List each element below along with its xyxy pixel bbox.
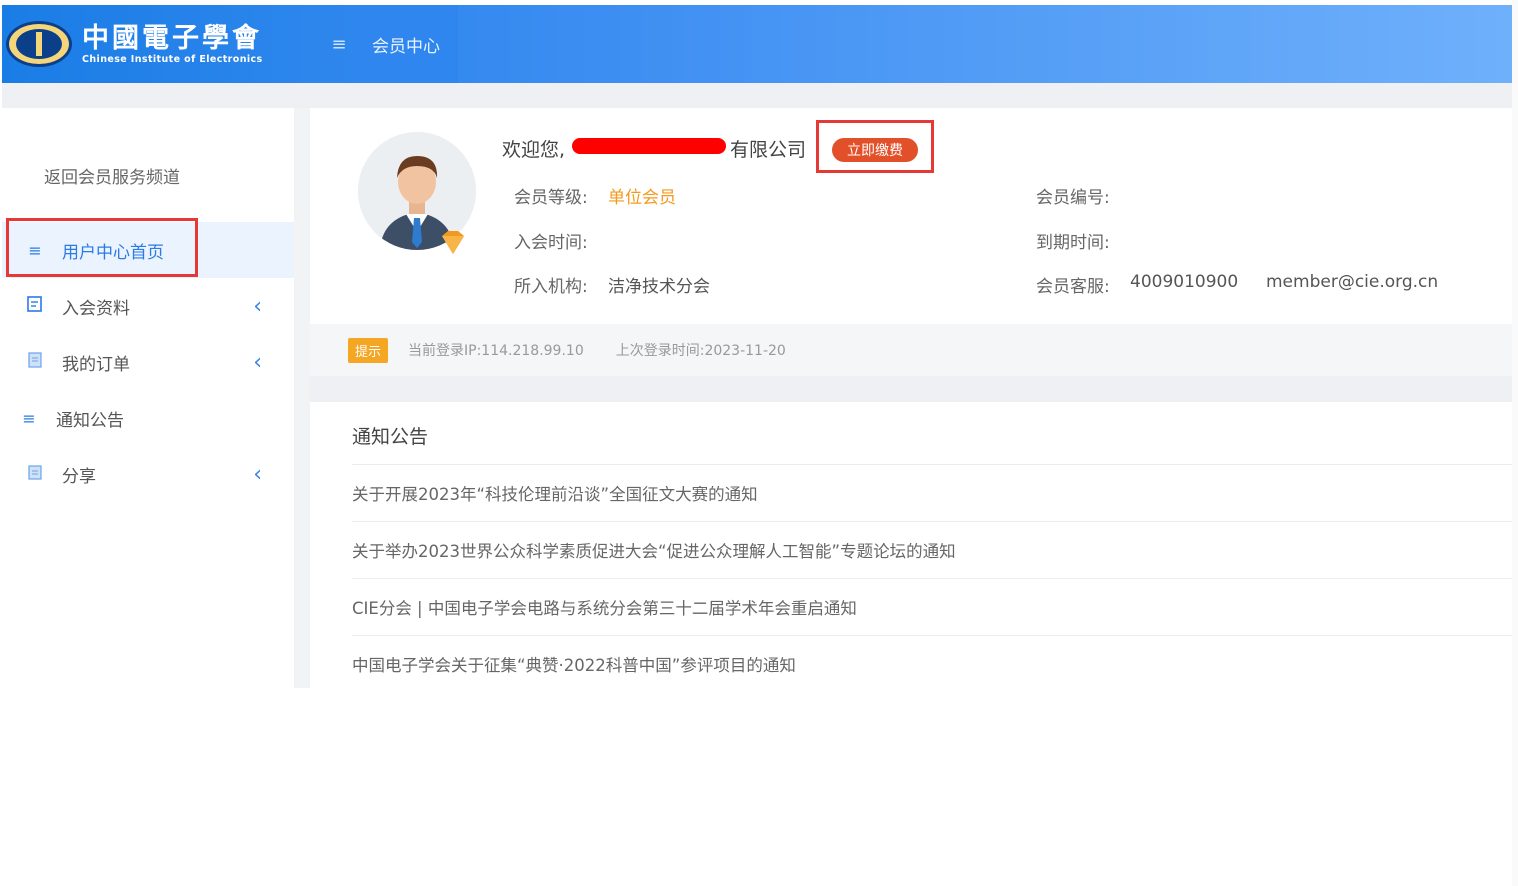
header-spacer [2, 83, 1512, 108]
sidebar-item-label: 分享 [62, 466, 96, 487]
join-time-label: 入会时间: [514, 233, 588, 253]
share-icon [24, 463, 46, 485]
diamond-icon [442, 231, 464, 254]
service-phone: 4009010900 [1130, 272, 1239, 292]
sidebar: 返回会员服务频道 ≡ 用户中心首页 入会资料 ‹ 我的订单 ‹ ≡ 通知公告 分… [2, 108, 296, 688]
sidebar-item-label: 通知公告 [56, 410, 124, 431]
notice-item[interactable]: 关于举办2023世界公众科学素质促进大会“促进公众理解人工智能”专题论坛的通知 [352, 521, 1512, 578]
cie-emblem-icon [6, 21, 72, 67]
logo-chinese-name: 中國電子學會 [82, 22, 262, 54]
sidebar-divider [294, 108, 310, 688]
pay-now-button[interactable]: 立即缴费 [832, 138, 918, 162]
window-edge [1512, 0, 1518, 886]
sidebar-item-membership-info[interactable]: 入会资料 ‹ [2, 278, 296, 334]
notice-item[interactable]: CIE分会 | 中国电子学会电路与系统分会第三十二届学术年会重启通知 [352, 578, 1512, 635]
back-to-member-service-link[interactable]: 返回会员服务频道 [44, 163, 180, 188]
chevron-left-icon[interactable]: ‹ [253, 294, 262, 319]
notice-item[interactable]: 中国电子学会关于征集“典赞·2022科普中国”参评项目的通知 [352, 635, 1512, 692]
sidebar-item-label: 我的订单 [62, 354, 130, 375]
service-label: 会员客服: [1036, 277, 1110, 297]
last-login-text: 上次登录时间:2023-11-20 [615, 343, 786, 359]
service-email[interactable]: member@cie.org.cn [1266, 272, 1438, 292]
member-level-label: 会员等级: [514, 188, 588, 208]
sidebar-item-my-orders[interactable]: 我的订单 ‹ [2, 334, 296, 390]
chevron-left-icon[interactable]: ‹ [253, 462, 262, 487]
document-icon [24, 351, 46, 373]
sidebar-item-share[interactable]: 分享 ‹ [2, 446, 296, 502]
form-icon [24, 295, 46, 317]
list-icon: ≡ [22, 408, 36, 428]
chevron-left-icon[interactable]: ‹ [253, 350, 262, 375]
member-level-value: 单位会员 [608, 188, 676, 208]
notice-item[interactable]: 关于开展2023年“科技伦理前沿谈”全国征文大赛的通知 [352, 464, 1512, 521]
tips-badge: 提示 [348, 337, 389, 363]
expire-time-label: 到期时间: [1036, 233, 1110, 253]
login-tips-bar: 提示 当前登录IP:114.218.99.10 上次登录时间:2023-11-2… [310, 324, 1512, 376]
logo-english-name: Chinese Institute of Electronics [82, 53, 263, 65]
notices-title: 通知公告 [352, 426, 429, 448]
cie-logo[interactable]: 中國電子學會 Chinese Institute of Electronics [2, 5, 322, 83]
redaction-mark [572, 138, 726, 154]
current-ip-text: 当前登录IP:114.218.99.10 [408, 343, 584, 359]
sidebar-item-notices[interactable]: ≡ 通知公告 [2, 390, 296, 446]
highlight-box-home [6, 218, 198, 277]
section-spacer [310, 376, 1512, 402]
sidebar-item-label: 入会资料 [62, 298, 130, 319]
welcome-text-prefix: 欢迎您, [502, 139, 566, 161]
profile-card: 欢迎您, 有限公司 立即缴费 会员等级: 单位会员 会员编号: 入会时间: 到期… [310, 108, 1512, 324]
welcome-text-suffix: 有限公司 [730, 139, 807, 161]
menu-toggle-icon[interactable]: ≡ [324, 34, 354, 55]
org-label: 所入机构: [514, 277, 588, 297]
top-header: 中國電子學會 Chinese Institute of Electronics … [2, 5, 1512, 83]
notices-panel: 通知公告 关于开展2023年“科技伦理前沿谈”全国征文大赛的通知 关于举办202… [310, 402, 1512, 688]
org-value: 洁净技术分会 [608, 277, 710, 297]
member-no-label: 会员编号: [1036, 188, 1110, 208]
tab-member-center[interactable]: 会员中心 [354, 5, 458, 83]
